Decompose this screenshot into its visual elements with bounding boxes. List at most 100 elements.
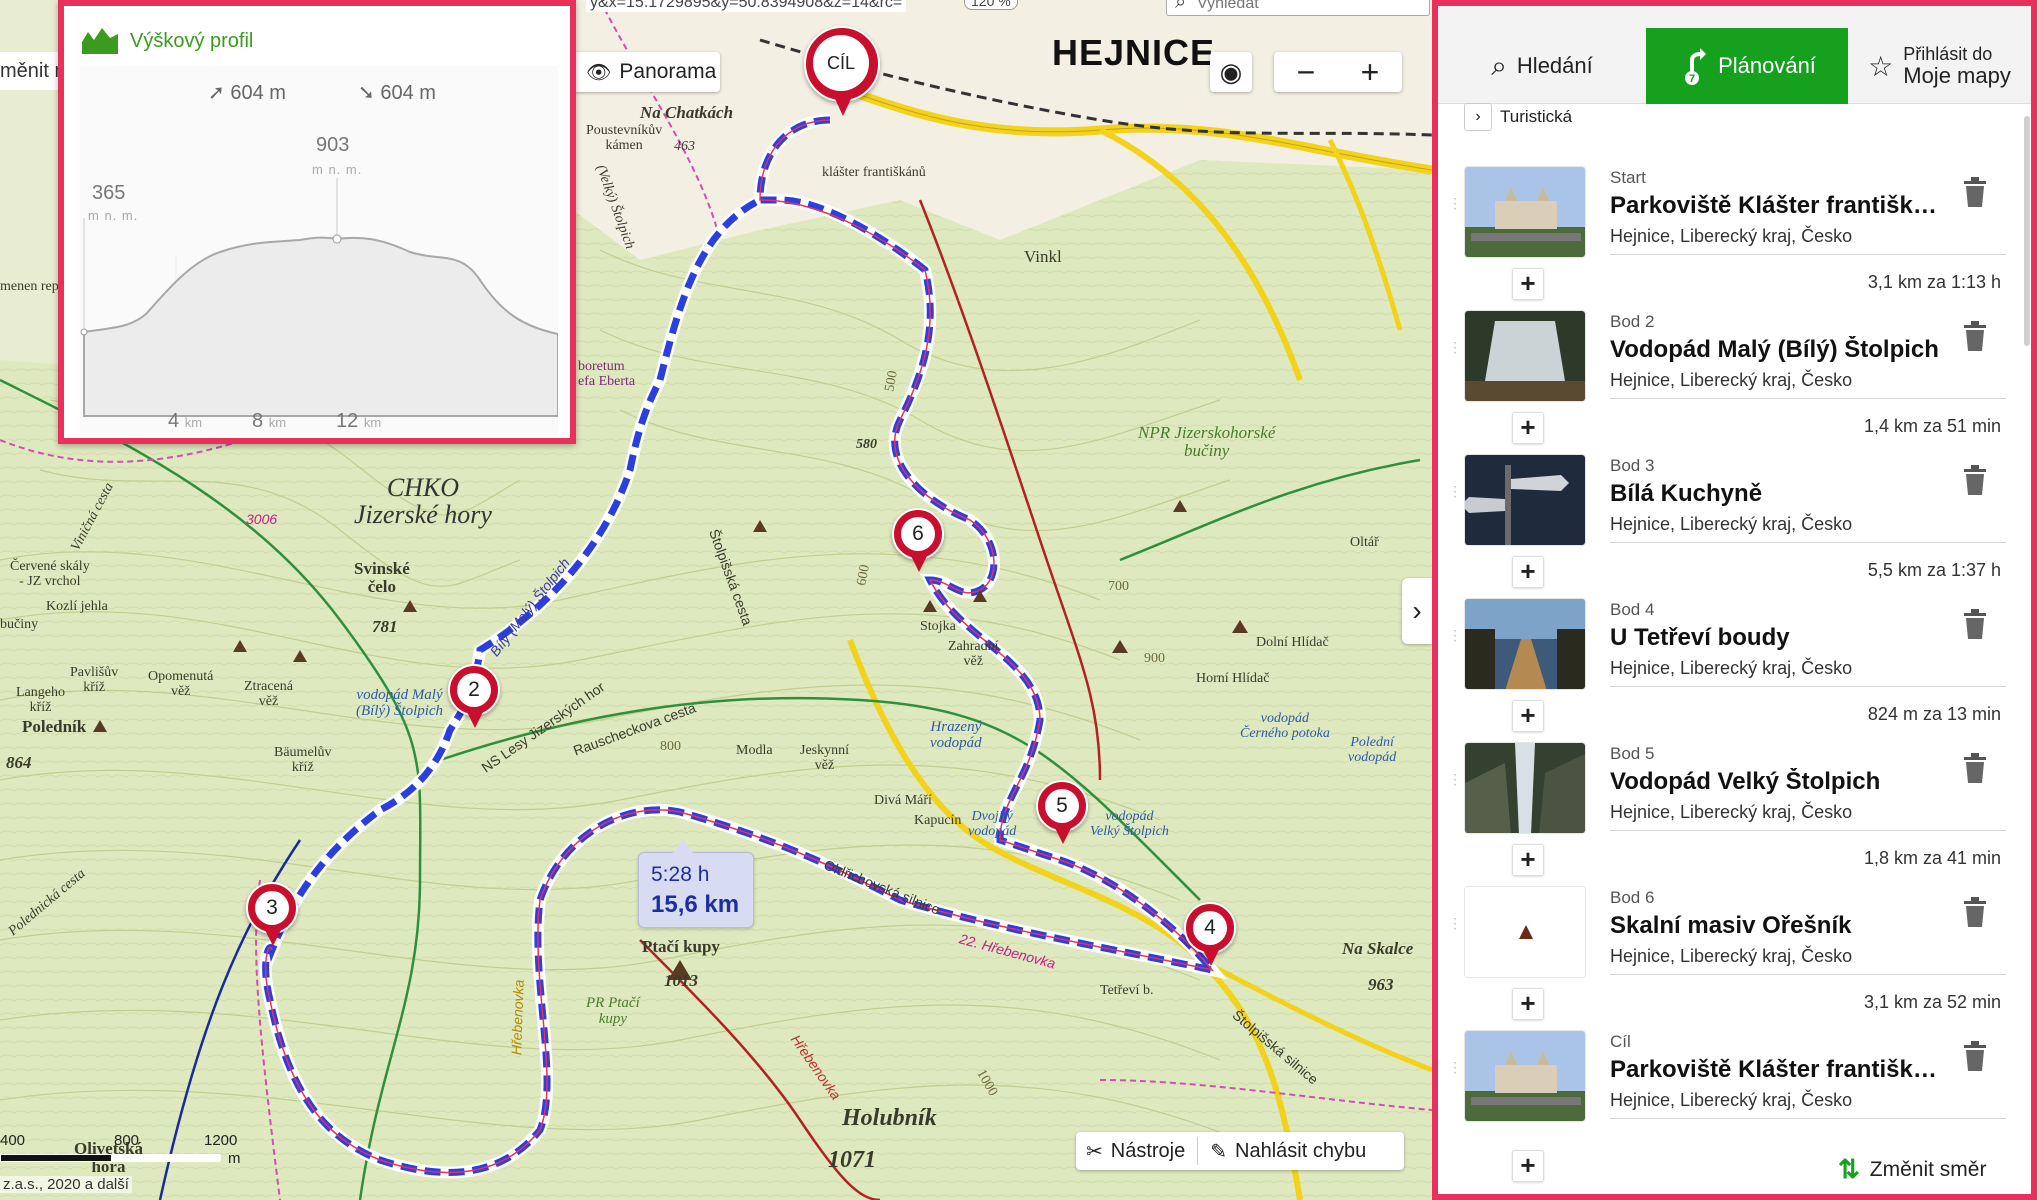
tab-search[interactable]: ⌕ Hledání (1438, 28, 1646, 104)
route-type-selector[interactable]: › Turistická (1464, 102, 1572, 132)
road-number-label: 3006 (246, 511, 278, 527)
poi-label: Opomenutá věž (148, 669, 214, 699)
waypoint-place: Hejnice, Liberecký kraj, Česko (1610, 946, 1853, 966)
locate-button[interactable]: ◉ (1210, 52, 1252, 92)
marker-finish-label: CÍL (813, 35, 869, 91)
zoom-out-button[interactable]: − (1297, 54, 1316, 91)
scale-unit: m (228, 1150, 241, 1167)
url-bar-fragment[interactable]: y&x=15.1729895&y=50.8394908&z=14&rc= (586, 0, 907, 12)
peak-label: Ptačí kupy (642, 937, 720, 956)
chevron-right-icon: › (1412, 595, 1422, 626)
route-leg: + 1,8 km za 41 min (1438, 836, 2031, 884)
waypoint-5[interactable]: ⋮⋮ Bod 5 Vodopád Velký Štolpich Hejnice,… (1438, 732, 2031, 842)
poi-label: Horní Hlídač (1196, 671, 1270, 686)
add-waypoint-button[interactable]: + (1512, 412, 1544, 444)
profile-graph (80, 178, 558, 417)
marker-6-label: 6 (901, 517, 935, 551)
waypoint-start[interactable]: ⋮⋮ Start Parkoviště Klášter františkánů … (1438, 156, 2031, 266)
divider (1610, 830, 2006, 831)
map-tools-bar: ✂ Nástroje ✎ Nahlásit chybu (1076, 1132, 1404, 1170)
poi-label: Hrazený vodopád (930, 719, 982, 751)
poi-label: Zahradní věž (948, 639, 999, 669)
marker-3[interactable]: 3 (246, 882, 298, 954)
marker-finish[interactable]: CÍL (804, 26, 880, 126)
elevation-profile-panel[interactable]: Výškový profil ➚ 604 m ➘ 604 m 903 m n. … (58, 0, 576, 444)
login-small-label: Přihlásit do (1903, 44, 1993, 64)
km-tick-value: 12 (336, 410, 359, 432)
waypoint-6[interactable]: ⋮⋮ Bod 6 Skalní masiv Ořešník Hejnice, L… (1438, 876, 2031, 986)
poi-label: Poustevníkův kámen (586, 123, 663, 153)
add-waypoint-button[interactable]: + (1512, 1150, 1544, 1182)
drag-handle-icon[interactable]: ⋮⋮ (1448, 484, 1477, 510)
km-tick: 4 km (168, 410, 202, 433)
waypoint-name: Parkoviště Klášter františkánů (1610, 192, 1950, 219)
browser-zoom-badge[interactable]: 120 % (964, 0, 1018, 10)
elevation-label: 781 (372, 617, 398, 636)
marker-3-label: 3 (255, 891, 289, 925)
trash-icon[interactable] (1962, 176, 1988, 208)
divider (1610, 254, 2006, 255)
marker-2[interactable]: 2 (448, 664, 500, 736)
waypoint-finish[interactable]: ⋮⋮ Cíl Parkoviště Klášter františkánů He… (1438, 1020, 2031, 1130)
add-waypoint-button[interactable]: + (1512, 988, 1544, 1020)
waypoint-3[interactable]: ⋮⋮ Bod 3 Bílá Kuchyně Hejnice, Liberecký… (1438, 444, 2031, 554)
poi-label: Pavlišův kříž (70, 665, 119, 695)
trash-icon[interactable] (1962, 752, 1988, 784)
waypoint-name: U Tetřeví boudy (1610, 624, 1790, 651)
add-waypoint-button[interactable]: + (1512, 268, 1544, 300)
scale-label: 1200 (204, 1132, 238, 1149)
marker-6[interactable]: 6 (892, 508, 944, 580)
tab-planning[interactable]: 7 Plánování (1646, 28, 1848, 104)
marker-5[interactable]: 5 (1036, 780, 1088, 852)
tools-icon: ✂ (1086, 1140, 1103, 1163)
waypoint-photo (1464, 454, 1586, 546)
tools-button[interactable]: Nástroje (1111, 1140, 1185, 1163)
poi-label: Jeskynní věž (800, 743, 849, 773)
planning-panel: ⌕ Hledání 7 Plánování ☆ Přihlásit do Moje… (1432, 0, 2037, 1200)
report-error-button[interactable]: Nahlásit chybu (1235, 1140, 1366, 1163)
km-tick: 8 km (252, 410, 286, 433)
drag-handle-icon[interactable]: ⋮⋮ (1448, 916, 1477, 942)
scale-label: 400 (0, 1132, 26, 1149)
waypoint-place: Hejnice, Liberecký kraj, Česko (1610, 370, 1853, 390)
waypoint-photo (1464, 1030, 1586, 1122)
waypoint-4[interactable]: ⋮⋮ Bod 4 U Tetřeví boudy Hejnice, Libere… (1438, 588, 2031, 698)
trash-icon[interactable] (1962, 1040, 1988, 1072)
poi-label: klášter františkánů (822, 165, 926, 180)
route-leg: + 1,4 km za 51 min (1438, 404, 2031, 452)
waypoint-2[interactable]: ⋮⋮ Bod 2 Vodopád Malý (Bílý) Štolpich He… (1438, 300, 2031, 410)
drag-handle-icon[interactable]: ⋮⋮ (1448, 340, 1477, 366)
poi-label: Dvojitý vodopád (968, 809, 1017, 839)
trash-icon[interactable] (1962, 896, 1988, 928)
trash-icon[interactable] (1962, 320, 1988, 352)
drag-handle-icon[interactable]: ⋮⋮ (1448, 772, 1477, 798)
trash-icon[interactable] (1962, 464, 1988, 496)
waypoint-role: Cíl (1610, 1032, 1631, 1051)
panel-collapse-button[interactable]: › (1402, 578, 1432, 644)
tab-search-label: Hledání (1516, 53, 1593, 78)
panorama-button[interactable]: 👁 Panorama (572, 52, 720, 92)
area-label: NPR Jizerskohorské bučiny (1138, 423, 1276, 460)
marker-4[interactable]: 4 (1184, 902, 1236, 974)
trash-icon[interactable] (1962, 608, 1988, 640)
route-summary-bubble[interactable]: 5:28 h 15,6 km (638, 839, 754, 928)
poi-label: vodopád Černého potoka (1240, 711, 1330, 741)
drag-handle-icon[interactable]: ⋮⋮ (1448, 196, 1477, 222)
reverse-route-button[interactable]: ⇅ Změnit směr (1838, 1154, 1986, 1185)
browser-search-field[interactable]: Vyhledat (1166, 0, 1430, 16)
add-waypoint-button[interactable]: + (1512, 844, 1544, 876)
tab-my-maps[interactable]: ☆ Přihlásit do Moje mapy (1848, 28, 2031, 104)
add-waypoint-button[interactable]: + (1512, 700, 1544, 732)
login-big-label: Moje mapy (1903, 62, 2011, 88)
route-leg: + 3,1 km za 52 min (1438, 980, 2031, 1028)
copyright[interactable]: z.a.s., 2020 a další (0, 1176, 132, 1193)
poi-label: Bäumelův kříž (274, 745, 332, 775)
scale-label: 800 (114, 1132, 140, 1149)
drag-handle-icon[interactable]: ⋮⋮ (1448, 628, 1477, 654)
waypoint-role: Bod 2 (1610, 312, 1655, 331)
add-waypoint-button[interactable]: + (1512, 556, 1544, 588)
zoom-in-button[interactable]: + (1361, 54, 1380, 91)
drag-handle-icon[interactable]: ⋮⋮ (1448, 1060, 1477, 1086)
waypoint-name: Parkoviště Klášter františkánů (1610, 1056, 1950, 1083)
poi-label: Na Chatkách (640, 103, 734, 122)
